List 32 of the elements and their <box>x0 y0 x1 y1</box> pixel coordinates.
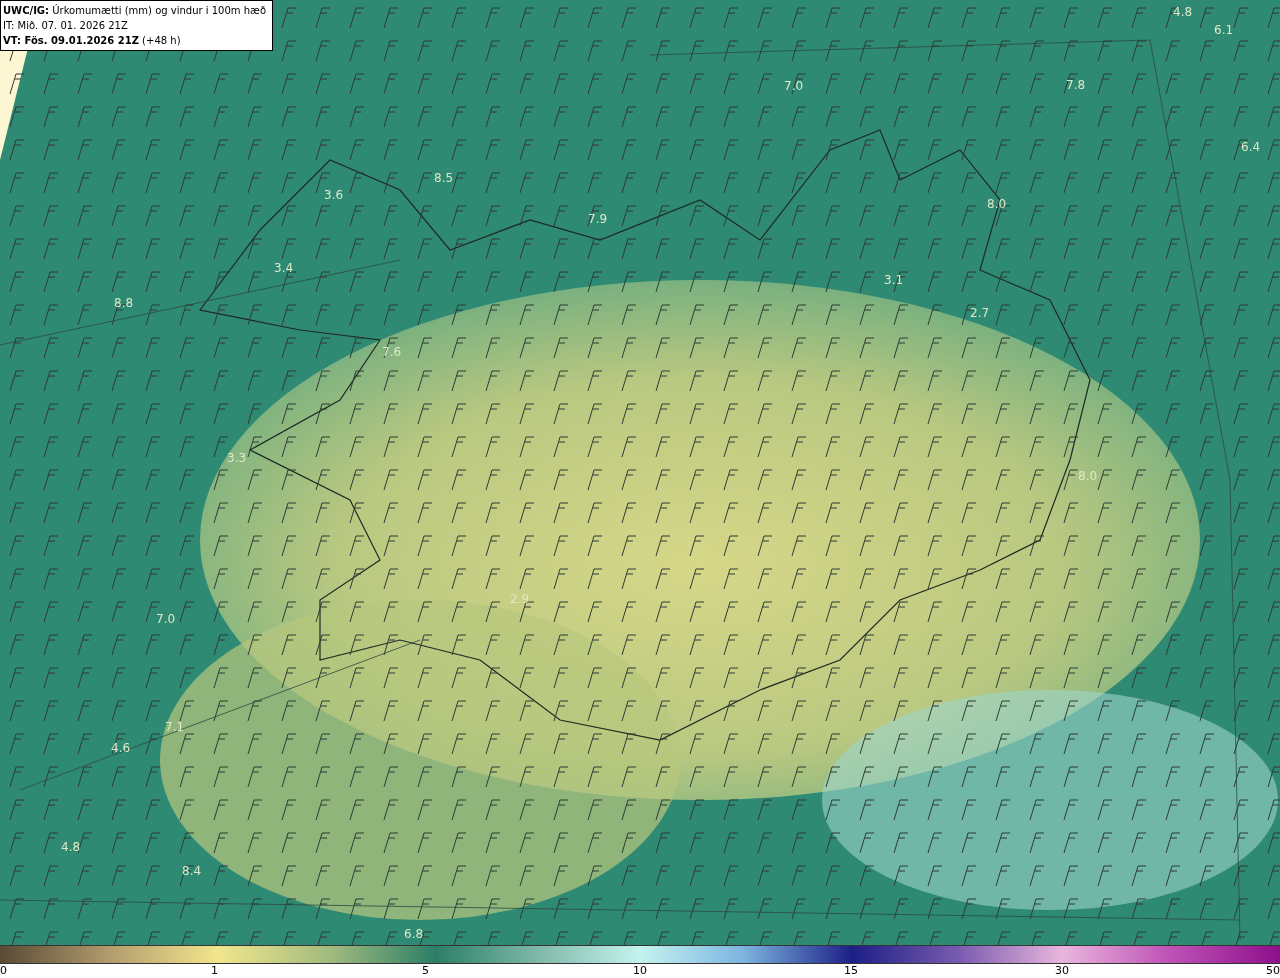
scale-tick-label: 0 <box>0 964 7 978</box>
value-label: 8.8 <box>114 295 134 311</box>
value-label: 7.0 <box>784 78 804 94</box>
value-label: 2.7 <box>970 305 990 321</box>
value-label: 7.0 <box>156 611 176 627</box>
value-label: 2.9 <box>510 591 530 607</box>
header-line: VT: Fös. 09.01.2026 21Z (+48 h) <box>3 34 182 48</box>
value-label: 6.8 <box>404 926 424 942</box>
value-label: 3.6 <box>324 187 344 203</box>
scale-tick-label: 50 <box>1266 964 1280 978</box>
value-label: 4.8 <box>1173 4 1193 20</box>
value-label: 7.8 <box>1066 77 1086 93</box>
value-label: 7.1 <box>165 719 185 735</box>
value-label: 8.0 <box>1078 468 1098 484</box>
value-label: 4.8 <box>61 839 81 855</box>
value-label: 8.4 <box>182 863 202 879</box>
value-label: 8.5 <box>434 170 454 186</box>
scale-tick-label: 1 <box>211 964 218 978</box>
value-label: 3.3 <box>227 450 247 466</box>
scale-tick-label: 10 <box>633 964 647 978</box>
value-label: 3.4 <box>274 260 294 276</box>
header-line: UWC/IG: Úrkomumætti (mm) og vindur i 100m hæð <box>3 3 267 18</box>
scale-tick-label: 15 <box>844 964 858 978</box>
header-line: IT: Mið. 07. 01. 2026 21Z <box>3 19 129 33</box>
scale-tick-label: 5 <box>422 964 429 978</box>
value-label: 4.6 <box>111 740 131 756</box>
value-label: 3.1 <box>884 272 904 288</box>
value-label: 6.1 <box>1214 22 1234 38</box>
scale-tick-label: 30 <box>1055 964 1069 978</box>
value-label: 8.0 <box>987 196 1007 212</box>
value-label: 7.9 <box>588 211 608 227</box>
value-label: 6.4 <box>1241 139 1261 155</box>
